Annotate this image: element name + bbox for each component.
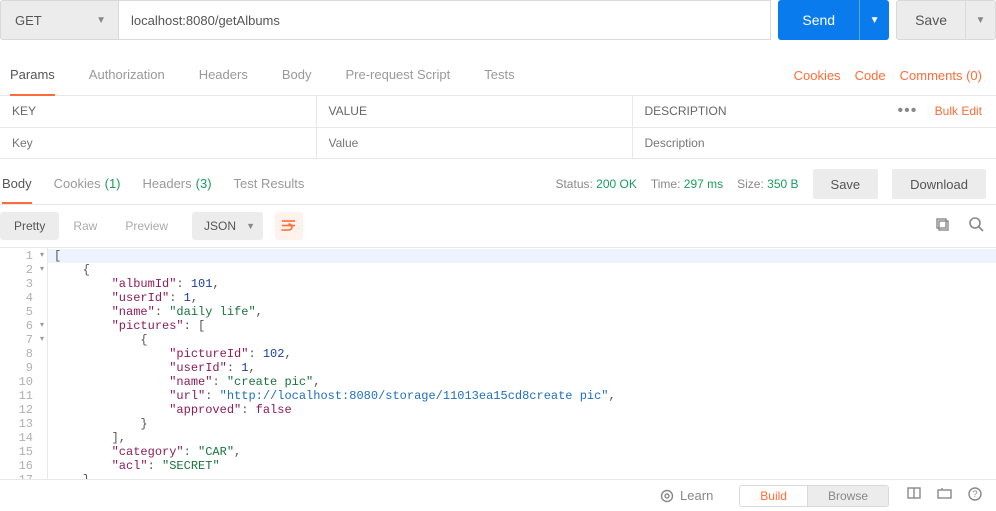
param-desc-input[interactable] [645,136,996,150]
comments-link[interactable]: Comments (0) [900,68,982,83]
time-value: 297 ms [684,177,723,191]
mode-browse[interactable]: Browse [807,486,888,506]
wrap-lines-button[interactable] [275,212,303,240]
tab-tests[interactable]: Tests [484,56,514,96]
param-key-input[interactable] [12,136,316,150]
param-value-input[interactable] [329,136,632,150]
cookies-link[interactable]: Cookies [794,68,841,83]
save-request-button[interactable]: Save [896,0,966,40]
learn-link[interactable]: Learn [680,488,713,503]
status-label: Status: [555,177,592,191]
url-input[interactable] [119,0,771,40]
two-pane-icon[interactable] [907,487,921,504]
mode-build[interactable]: Build [740,486,807,506]
bootcamp-icon [660,489,674,503]
mode-toggle: Build Browse [739,485,889,507]
help-icon[interactable]: ? [968,487,982,504]
resp-tab-headers[interactable]: Headers (3) [143,164,212,204]
code-gutter: 1234567891011121314151617 [0,248,48,487]
table-row [0,127,996,158]
save-dropdown[interactable]: ▼ [966,0,996,40]
tab-body[interactable]: Body [282,56,312,96]
time-label: Time: [651,177,681,191]
bulk-edit-link[interactable]: Bulk Edit [935,104,982,118]
col-key-header: KEY [0,96,316,127]
http-method-value: GET [15,13,42,28]
fmt-preview[interactable]: Preview [111,212,182,240]
params-table: KEY VALUE DESCRIPTION ••• Bulk Edit [0,96,996,159]
tab-prerequest[interactable]: Pre-request Script [345,56,450,96]
search-icon[interactable] [968,216,984,235]
size-value: 350 B [767,177,798,191]
resp-tab-cookies[interactable]: Cookies (1) [54,164,121,204]
fmt-raw[interactable]: Raw [59,212,111,240]
fmt-pretty[interactable]: Pretty [0,212,59,240]
format-select[interactable]: JSON ▼ [192,212,263,240]
request-tabs: Params Authorization Headers Body Pre-re… [2,56,515,96]
more-icon[interactable]: ••• [897,102,917,119]
code-body[interactable]: [ { "albumId": 101, "userId": 1, "name":… [48,248,996,487]
copy-icon[interactable] [935,217,950,235]
resp-tab-body[interactable]: Body [2,164,32,204]
wrap-icon [281,219,296,232]
send-dropdown[interactable]: ▼ [859,0,889,40]
svg-text:?: ? [972,489,977,499]
http-method-select[interactable]: GET ▼ [0,0,119,40]
download-button[interactable]: Download [892,169,986,199]
tab-headers[interactable]: Headers [199,56,248,96]
tab-authorization[interactable]: Authorization [89,56,165,96]
save-response-button[interactable]: Save [813,169,879,199]
chevron-down-icon: ▼ [246,221,255,231]
resp-tab-testresults[interactable]: Test Results [234,164,305,204]
code-link[interactable]: Code [855,68,886,83]
size-label: Size: [737,177,764,191]
keyboard-icon[interactable] [937,487,952,504]
col-desc-header: DESCRIPTION [632,96,884,127]
status-value: 200 OK [596,177,637,191]
col-value-header: VALUE [316,96,632,127]
tab-params[interactable]: Params [10,56,55,96]
send-button[interactable]: Send [778,0,859,40]
chevron-down-icon: ▼ [96,15,106,26]
